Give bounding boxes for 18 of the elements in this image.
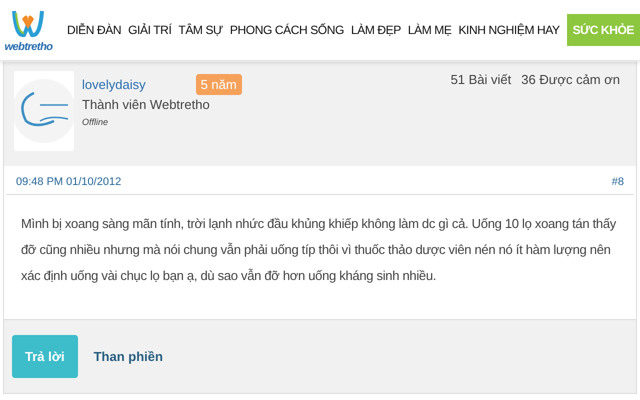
online-status: Offline [82,117,110,127]
membership-badge: 5 năm [196,74,242,95]
logo-text[interactable]: webtretho [4,41,53,53]
report-link[interactable]: Than phiền [94,349,163,364]
nav-link[interactable]: PHONG CÁCH SỐNG [230,15,344,45]
nav-link[interactable]: GIẢI TRÍ [128,15,172,45]
post-text: Mình bị xoang sàng mãn tính, trời lạnh nhức đầu khủng khiếp không làm dc gì cả. Uống 10 lọ xoang tán thấy đỡ cũng nhiều nhưng mà nói chung vẫn phải uống típ thôi vì thuốc thảo dược viên nén nó ít hàm lượng nên xác định uống vài chục lọ bạn ạ, dù sao vẫn đỡ hơn uống kháng sinh nhiều. [20,215,618,285]
nav-link[interactable]: KINH NGHIỆM HAY [458,15,560,45]
nav-link[interactable]: TÂM SỰ [178,15,223,45]
nav-link[interactable]: DIỄN ĐÀN [66,15,122,45]
nav-link[interactable]: LÀM MẸ [408,15,452,45]
post-number-link[interactable]: #8 [612,176,624,188]
post-time: 09:48 PM 01/10/2012 [16,176,122,188]
thanks-count: 36 Được cảm ơn [521,72,620,89]
post-count: 51 Bài viết [450,72,512,89]
username-link[interactable]: lovelydaisy [82,77,146,92]
user-rank: Thành viên Webtretho [82,97,211,112]
nav-link[interactable]: LÀM ĐẸP [350,15,401,45]
